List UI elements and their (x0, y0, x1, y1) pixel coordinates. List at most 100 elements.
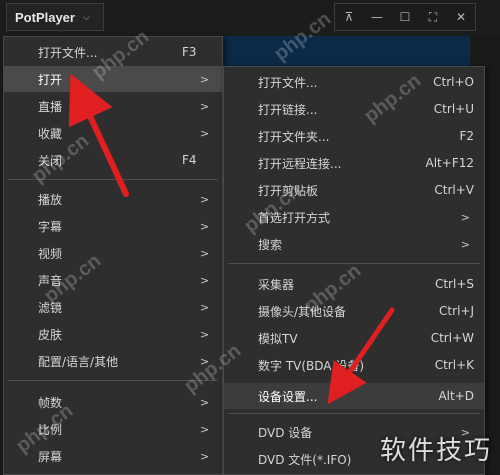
menu-item-label: 比例 (38, 422, 63, 437)
maximize-icon[interactable]: ☐ (391, 4, 419, 30)
menu-item-label: 摄像头/其他设备 (258, 304, 347, 319)
submenu-arrow-icon: > (200, 354, 210, 368)
menu-item-label: 视频 (38, 246, 63, 261)
video-preview-strip (220, 36, 470, 66)
menu-item-shortcut: F3 (182, 45, 197, 59)
submenu-item-dvd-device[interactable]: DVD 设备 > (224, 419, 484, 445)
menu-item-screen[interactable]: 屏幕 > (4, 443, 222, 469)
menu-item-shortcut: F2 (459, 129, 474, 143)
submenu-item-device-settings[interactable]: 设备设置... Alt+D (224, 383, 484, 409)
submenu-arrow-icon: > (460, 210, 470, 224)
menu-item-label: 采集器 (258, 277, 295, 292)
menu-item-label: 打开剪贴板 (258, 183, 319, 198)
menu-item-label: 播放 (38, 192, 63, 207)
submenu-arrow-icon: > (200, 422, 210, 436)
submenu-item-open-folder[interactable]: 打开文件夹... F2 (224, 123, 484, 149)
submenu-item-open-url[interactable]: 打开链接... Ctrl+U (224, 96, 484, 122)
menu-item-label: 收藏 (38, 126, 63, 141)
submenu-item-webcam[interactable]: 摄像头/其他设备 Ctrl+J (224, 298, 484, 324)
menu-item-shortcut: Ctrl+S (434, 277, 474, 291)
app-name: PotPlayer (15, 9, 75, 25)
submenu-arrow-icon: > (200, 327, 210, 341)
menu-item-shortcut: Alt+F12 (425, 156, 474, 170)
menu-item-open[interactable]: 打开 > (4, 66, 222, 92)
menu-item-shortcut: Ctrl+W (430, 331, 474, 345)
menu-item-video[interactable]: 视频 > (4, 240, 222, 266)
submenu-arrow-icon: > (200, 395, 210, 409)
menu-item-shortcut: Ctrl+O (433, 75, 474, 89)
menu-item-label: 关闭 (38, 153, 63, 168)
submenu-arrow-icon: > (200, 300, 210, 314)
menu-item-label: 打开文件夹... (258, 129, 330, 144)
menu-item-open-file[interactable]: 打开文件... F3 (4, 39, 222, 65)
menu-item-label: 帧数 (38, 395, 63, 410)
submenu-arrow-icon: > (200, 273, 210, 287)
submenu-item-open-clipboard[interactable]: 打开剪贴板 Ctrl+V (224, 177, 484, 203)
chevron-down-icon: ⌵ (82, 11, 90, 22)
submenu-arrow-icon: > (200, 246, 210, 260)
menu-item-shortcut: Ctrl+K (434, 358, 474, 372)
menu-item-label: 打开文件... (258, 75, 318, 90)
submenu-arrow-icon: > (200, 192, 210, 206)
menu-separator (8, 179, 218, 180)
menu-item-label: DVD 设备 (258, 425, 313, 440)
menu-item-shortcut: Alt+D (438, 389, 474, 403)
menu-item-label: 搜索 (258, 237, 283, 252)
menu-item-label: 首选打开方式 (258, 210, 331, 225)
submenu-arrow-icon: > (200, 219, 210, 233)
menu-item-playback[interactable]: 播放 > (4, 186, 222, 212)
submenu-arrow-icon: > (460, 237, 470, 251)
menu-item-label: 设备设置... (258, 389, 318, 404)
submenu-arrow-icon: > (200, 449, 210, 463)
main-context-menu: 打开文件... F3 打开 > 直播 > 收藏 > 关闭 F4 播放 > 字幕 … (3, 36, 223, 475)
menu-separator (228, 413, 480, 414)
menu-item-label: 数字 TV(BDA 设备) (258, 358, 365, 373)
submenu-item-analog-tv[interactable]: 模拟TV Ctrl+W (224, 325, 484, 351)
menu-item-shortcut: F4 (182, 153, 197, 167)
submenu-arrow-icon: > (460, 425, 470, 439)
menu-item-shortcut: Ctrl+V (434, 183, 474, 197)
menu-item-shortcut: Ctrl+J (439, 304, 474, 318)
pin-icon[interactable]: ⊼ (335, 4, 363, 30)
menu-item-favorites[interactable]: 收藏 > (4, 120, 222, 146)
submenu-arrow-icon: > (200, 99, 210, 113)
menu-item-label: 字幕 (38, 219, 63, 234)
menu-item-frame-rate[interactable]: 帧数 > (4, 389, 222, 415)
fullscreen-icon[interactable]: ⛶ (419, 4, 447, 30)
menu-item-label: 屏幕 (38, 449, 63, 464)
submenu-item-open-file[interactable]: 打开文件... Ctrl+O (224, 69, 484, 95)
menu-item-label: DVD 文件(*.IFO) (258, 452, 352, 467)
submenu-item-digital-tv[interactable]: 数字 TV(BDA 设备) Ctrl+K (224, 352, 484, 378)
submenu-item-capture[interactable]: 采集器 Ctrl+S (224, 271, 484, 297)
menu-item-subtitles[interactable]: 字幕 > (4, 213, 222, 239)
menu-item-label: 直播 (38, 99, 63, 114)
submenu-item-search[interactable]: 搜索 > (224, 231, 484, 257)
submenu-arrow-icon: > (200, 126, 210, 140)
menu-item-label: 配置/语言/其他 (38, 354, 119, 369)
menu-item-label: 打开 (38, 72, 63, 87)
menu-item-label: 皮肤 (38, 327, 63, 342)
menu-item-aspect-ratio[interactable]: 比例 > (4, 416, 222, 442)
menu-item-label: 模拟TV (258, 331, 298, 346)
menu-item-label: 打开链接... (258, 102, 318, 117)
submenu-item-dvd-file[interactable]: DVD 文件(*.IFO) (224, 446, 484, 472)
open-submenu: 打开文件... Ctrl+O 打开链接... Ctrl+U 打开文件夹... F… (223, 66, 485, 475)
menu-item-config[interactable]: 配置/语言/其他 > (4, 348, 222, 374)
menu-item-skins[interactable]: 皮肤 > (4, 321, 222, 347)
menu-separator (8, 380, 218, 381)
title-bar: PotPlayer ⌵ ⊼ — ☐ ⛶ ✕ (0, 0, 500, 36)
app-menu-button[interactable]: PotPlayer ⌵ (6, 3, 104, 31)
close-icon[interactable]: ✕ (447, 4, 475, 30)
menu-item-label: 打开文件... (38, 45, 98, 60)
submenu-arrow-icon: > (200, 72, 210, 86)
submenu-item-preferred-open[interactable]: 首选打开方式 > (224, 204, 484, 230)
menu-item-audio[interactable]: 声音 > (4, 267, 222, 293)
submenu-item-open-remote[interactable]: 打开远程连接... Alt+F12 (224, 150, 484, 176)
menu-separator (228, 263, 480, 264)
menu-item-label: 声音 (38, 273, 63, 288)
window-controls: ⊼ — ☐ ⛶ ✕ (334, 3, 476, 31)
menu-item-filters[interactable]: 滤镜 > (4, 294, 222, 320)
minimize-icon[interactable]: — (363, 4, 391, 30)
menu-item-close[interactable]: 关闭 F4 (4, 147, 222, 173)
menu-item-live[interactable]: 直播 > (4, 93, 222, 119)
